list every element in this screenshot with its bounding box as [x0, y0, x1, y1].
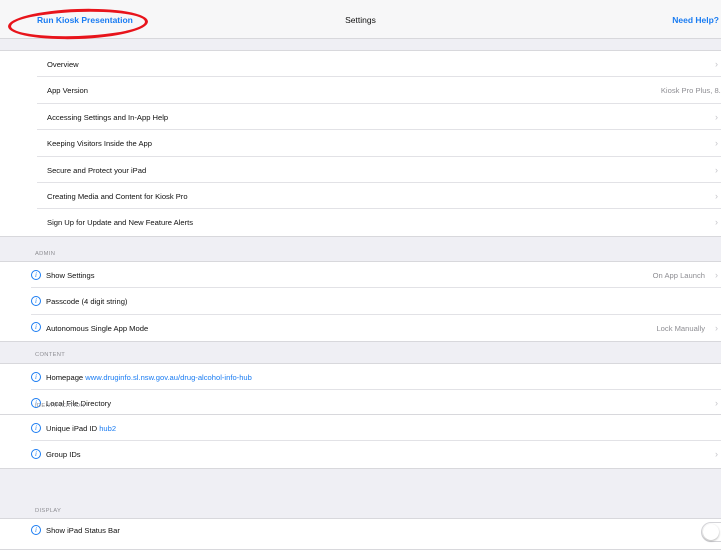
local-file-directory-row[interactable]: i Local File Directory ›	[0, 390, 721, 416]
info-icon[interactable]: i	[31, 322, 41, 333]
passcode-row[interactable]: i Passcode (4 digit string)	[0, 288, 721, 315]
row-label: Show Settings	[46, 271, 95, 280]
chevron-right-icon: ›	[715, 190, 718, 201]
group-ids-row[interactable]: i Group IDs ›	[0, 441, 721, 467]
info-icon[interactable]: i	[31, 448, 41, 459]
row-label: Group IDs	[46, 450, 81, 460]
chevron-right-icon: ›	[715, 449, 718, 460]
content-settings-group: i Homepage www.druginfo.sl.nsw.gov.au/dr…	[0, 363, 721, 418]
keeping-visitors-row[interactable]: Keeping Visitors Inside the App ›	[0, 130, 721, 157]
need-help-button[interactable]: Need Help?	[672, 15, 719, 25]
info-icon[interactable]: i	[31, 371, 41, 382]
admin-settings-group: i Show Settings On App Launch › i Passco…	[0, 261, 721, 343]
chevron-right-icon: ›	[715, 270, 718, 280]
homepage-url[interactable]: www.druginfo.sl.nsw.gov.au/drug-alcohol-…	[85, 373, 252, 382]
row-label: App Version	[47, 86, 88, 96]
row-label: Accessing Settings and In-App Help	[47, 112, 169, 122]
content-section-header: CONTENT	[35, 352, 66, 358]
sign-up-alerts-row[interactable]: Sign Up for Update and New Feature Alert…	[0, 209, 721, 235]
identification-section-header: IDENTIFICATION	[35, 403, 85, 409]
creating-media-row[interactable]: Creating Media and Content for Kiosk Pro…	[0, 183, 721, 210]
row-label: Keeping Visitors Inside the App	[47, 139, 152, 149]
display-settings-group: i Show iPad Status Bar	[0, 518, 721, 550]
unique-ipad-id-row[interactable]: i Unique iPad ID hub2	[0, 415, 721, 442]
homepage-label: Homepage	[46, 373, 84, 382]
info-icon[interactable]: i	[31, 269, 41, 280]
info-icon[interactable]: i	[31, 524, 41, 535]
info-icon[interactable]: i	[31, 295, 41, 306]
chevron-right-icon: ›	[715, 138, 718, 149]
general-settings-group: Overview › App Version Kiosk Pro Plus, 8…	[0, 50, 721, 237]
row-label: Homepage www.druginfo.sl.nsw.gov.au/drug…	[46, 373, 252, 382]
chevron-right-icon: ›	[715, 398, 718, 409]
chevron-right-icon: ›	[715, 111, 718, 122]
homepage-row[interactable]: i Homepage www.druginfo.sl.nsw.gov.au/dr…	[0, 364, 721, 391]
chevron-right-icon: ›	[715, 59, 718, 69]
admin-section-header: ADMIN	[35, 251, 56, 257]
app-version-row: App Version Kiosk Pro Plus, 8.2	[0, 77, 721, 104]
row-label: Creating Media and Content for Kiosk Pro	[47, 191, 188, 201]
row-label: Overview	[47, 60, 79, 69]
single-app-mode-value: Lock Manually	[656, 323, 705, 333]
chevron-right-icon: ›	[715, 164, 718, 175]
secure-ipad-row[interactable]: Secure and Protect your iPad ›	[0, 157, 721, 183]
row-label: Sign Up for Update and New Feature Alert…	[47, 218, 194, 228]
chevron-right-icon: ›	[715, 217, 718, 228]
show-settings-value: On App Launch	[652, 271, 705, 280]
app-version-value: Kiosk Pro Plus, 8.2	[660, 86, 721, 96]
row-label: Autonomous Single App Mode	[46, 323, 149, 333]
display-section-header: DISPLAY	[35, 508, 62, 514]
identification-settings-group: i Unique iPad ID hub2 i Group IDs ›	[0, 414, 721, 469]
accessing-settings-row[interactable]: Accessing Settings and In-App Help ›	[0, 104, 721, 131]
chevron-right-icon: ›	[715, 322, 718, 333]
show-settings-row[interactable]: i Show Settings On App Launch ›	[0, 262, 721, 289]
single-app-mode-row[interactable]: i Autonomous Single App Mode Lock Manual…	[0, 315, 721, 341]
row-label: Show iPad Status Bar	[46, 526, 120, 535]
unique-ipad-id-label: Unique iPad ID	[46, 424, 98, 433]
toggle-knob	[703, 524, 719, 540]
status-bar-toggle[interactable]	[701, 522, 721, 542]
show-status-bar-row[interactable]: i Show iPad Status Bar	[0, 517, 721, 543]
row-label: Passcode (4 digit string)	[46, 297, 128, 307]
unique-ipad-id-value[interactable]: hub2	[99, 424, 116, 433]
row-label: Unique iPad ID hub2	[46, 424, 116, 433]
row-label: Secure and Protect your iPad	[47, 165, 147, 175]
overview-row[interactable]: Overview ›	[0, 51, 721, 78]
info-icon[interactable]: i	[31, 422, 41, 433]
